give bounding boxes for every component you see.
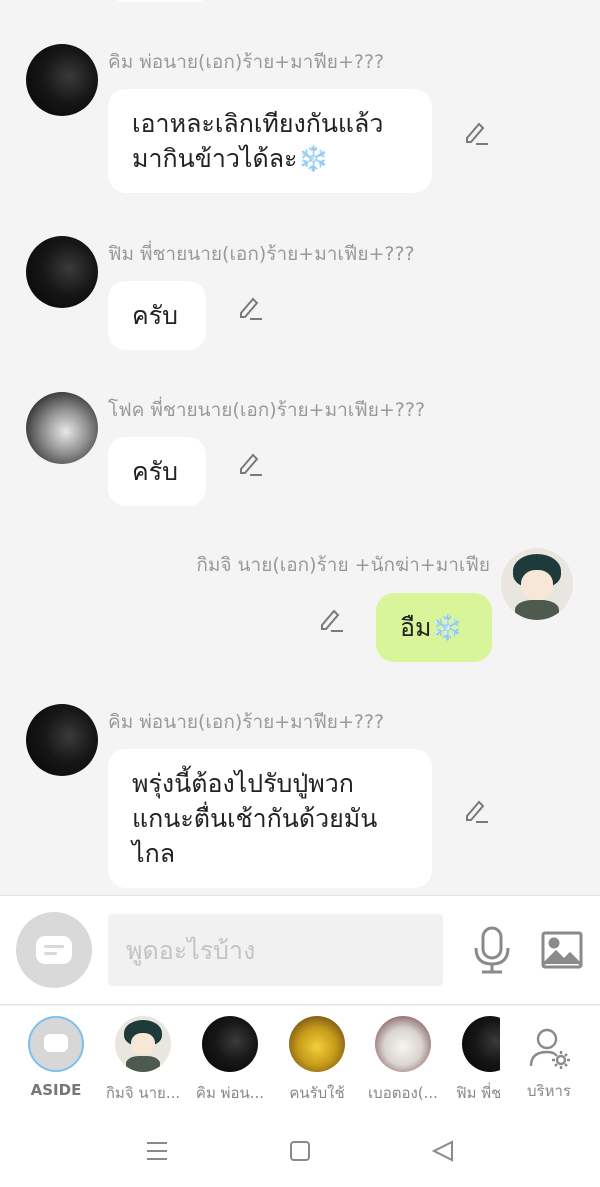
avatar xyxy=(202,1016,258,1072)
character-label: ASIDE xyxy=(30,1081,82,1099)
user-gear-icon xyxy=(529,1028,570,1069)
edit-icon[interactable] xyxy=(236,449,264,477)
message-bubble[interactable]: เอาหละเลิกเทียงกันแล้ว มากินข้าวได้ละ❄️ xyxy=(108,89,432,193)
message-text-line: มากินข้าวได้ละ❄️ xyxy=(132,144,329,173)
character-label: เบอตอง(... xyxy=(368,1084,438,1102)
message-text-line: อืม❄️ xyxy=(400,613,463,642)
message-input-bar xyxy=(0,895,600,1005)
chat-bubble-icon xyxy=(28,1016,84,1072)
edit-icon[interactable] xyxy=(462,118,490,146)
message-bubble[interactable]: ครับ xyxy=(108,281,206,350)
message-bubble[interactable]: พรุ่งนี้ต้องไปรับปู่พวก แกนะตื่นเช้ากันด… xyxy=(108,749,432,888)
avatar-face xyxy=(521,570,553,600)
avatar-kimchi[interactable] xyxy=(501,548,573,620)
message-sender: โฟค พี่ชายนาย(เอก)ร้าย+มาเฟีย+??? xyxy=(108,399,426,421)
chat-bubble-icon xyxy=(36,936,72,964)
character-selector: ASIDE กิมจิ นาย... คิม พ่อน... คนรับใช้ … xyxy=(0,1006,600,1114)
avatar xyxy=(375,1016,431,1072)
avatar-body xyxy=(515,600,559,620)
system-navigation-bar xyxy=(0,1114,600,1187)
avatar-kim[interactable] xyxy=(26,44,98,116)
message-text-line: แกนะตื่นเช้ากันด้วยมัน xyxy=(132,804,378,833)
back-icon[interactable] xyxy=(430,1138,456,1164)
message-text-line: ไกล xyxy=(132,839,176,868)
character-betong[interactable]: เบอตอง(... xyxy=(363,1016,443,1105)
edit-icon[interactable] xyxy=(462,796,490,824)
avatar-fim[interactable] xyxy=(26,236,98,308)
message-sender: คิม พ่อนาย(เอก)ร้าย+มาฟีย+??? xyxy=(108,711,385,733)
character-aside[interactable]: ASIDE xyxy=(16,1016,96,1099)
message-bubble[interactable]: ครับ xyxy=(108,437,206,506)
home-icon[interactable] xyxy=(287,1138,313,1164)
avatar xyxy=(115,1016,171,1072)
message-sender: กิมจิ นาย(เอก)ร้าย +นักฆ่า+มาเฟีย xyxy=(196,554,490,576)
message-text-line: ครับ xyxy=(132,301,179,330)
message-bubble-mine[interactable]: อืม❄️ xyxy=(376,593,492,662)
microphone-icon[interactable] xyxy=(470,926,514,974)
character-label: คิม พ่อน... xyxy=(195,1084,265,1102)
character-kim[interactable]: คิม พ่อน... xyxy=(190,1016,270,1105)
message-text-line: พรุ่งนี้ต้องไปรับปู่พวก xyxy=(132,769,354,798)
admin-label: บริหาร xyxy=(527,1082,571,1100)
message-text-line: ครับ xyxy=(132,457,179,486)
edit-icon[interactable] xyxy=(236,293,264,321)
avatar-kim[interactable] xyxy=(26,704,98,776)
message-input[interactable] xyxy=(108,914,443,986)
character-fim[interactable]: ฟิม พี่ช xyxy=(448,1016,500,1105)
character-servant[interactable]: คนรับใช้ xyxy=(277,1016,357,1105)
message-sender: ฟิม พี่ชายนาย(เอก)ร้าย+มาเฟีย+??? xyxy=(108,243,415,265)
avatar-fok[interactable] xyxy=(26,392,98,464)
aside-chat-button[interactable] xyxy=(16,912,92,988)
character-kimchi[interactable]: กิมจิ นาย... xyxy=(103,1016,183,1105)
cut-off-message-bubble xyxy=(108,0,212,2)
menu-icon[interactable] xyxy=(144,1138,170,1164)
character-label: ฟิม พี่ช xyxy=(456,1084,500,1102)
avatar xyxy=(289,1016,345,1072)
image-icon[interactable] xyxy=(540,928,584,972)
character-label: คนรับใช้ xyxy=(289,1084,345,1102)
chat-area[interactable]: คิม พ่อนาย(เอก)ร้าย+มาฟีย+??? เอาหละเลิก… xyxy=(0,0,600,895)
message-sender: คิม พ่อนาย(เอก)ร้าย+มาฟีย+??? xyxy=(108,51,385,73)
message-text-line: เอาหละเลิกเทียงกันแล้ว xyxy=(132,109,384,138)
avatar xyxy=(462,1016,500,1072)
admin-button[interactable]: บริหาร xyxy=(520,1026,578,1103)
edit-icon[interactable] xyxy=(317,605,345,633)
character-label: กิมจิ นาย... xyxy=(105,1084,181,1102)
